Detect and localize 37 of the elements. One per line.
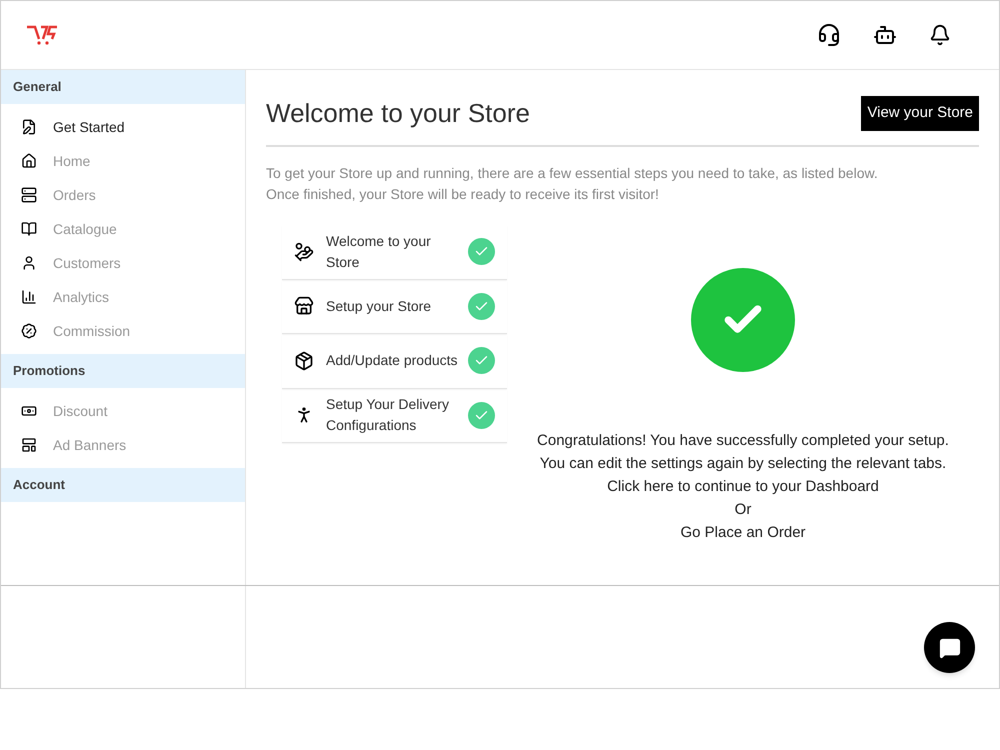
intro-text: Once finished, your Store will be ready to receive its first visitor! [266, 185, 660, 204]
document-pen-icon [21, 119, 37, 135]
logo-icon [25, 24, 59, 46]
person-icon [21, 255, 37, 271]
percent-badge-icon [21, 323, 37, 339]
stacked-bars-icon [21, 187, 37, 203]
book-icon [21, 221, 37, 237]
section-header: Account [1, 468, 245, 502]
step-label: Setup your Store [326, 296, 432, 316]
bar-chart-icon [21, 289, 37, 305]
chat-button[interactable] [924, 622, 975, 673]
step-row[interactable]: Setup your Store [282, 280, 507, 334]
home-icon [21, 153, 37, 169]
congrats-text: Congratulations! You have successfully completed your setup. [537, 431, 949, 451]
section-header: General [1, 70, 245, 104]
page-title: Welcome to your Store [266, 97, 530, 130]
intro-text: To get your Store up and running, there are a few essential steps you need to take, as listed below. [266, 164, 879, 183]
step-row[interactable]: Welcome to your Store [282, 225, 507, 280]
dashboard-link[interactable]: Click here to continue to your Dashboard [607, 475, 879, 498]
section-header: Promotions [1, 354, 245, 388]
or-text: Or [734, 500, 752, 520]
step-label: Add/Update products [326, 351, 459, 370]
banner-icon [21, 437, 37, 453]
bell-icon[interactable] [929, 24, 951, 46]
storefront-icon [294, 296, 314, 316]
view-store-button[interactable]: View your Store [861, 96, 979, 131]
step-row[interactable]: Setup Your Delivery Configurations [282, 388, 507, 443]
sidebar-item[interactable]: Get Started [1, 110, 245, 144]
congrats-text: You can edit the settings again by selecting the relevant tabs. [540, 454, 946, 474]
step-label: Setup Your Delivery Configurations [326, 395, 450, 436]
step-row[interactable]: Add/Update products [282, 334, 507, 388]
place-order-link[interactable]: Go Place an Order [680, 521, 806, 544]
support-chat-icon[interactable] [817, 23, 841, 47]
box-icon [294, 350, 314, 371]
robot-icon[interactable] [873, 23, 897, 47]
chat-bubble-icon [938, 636, 960, 658]
step-label: Welcome to your Store [326, 232, 432, 272]
